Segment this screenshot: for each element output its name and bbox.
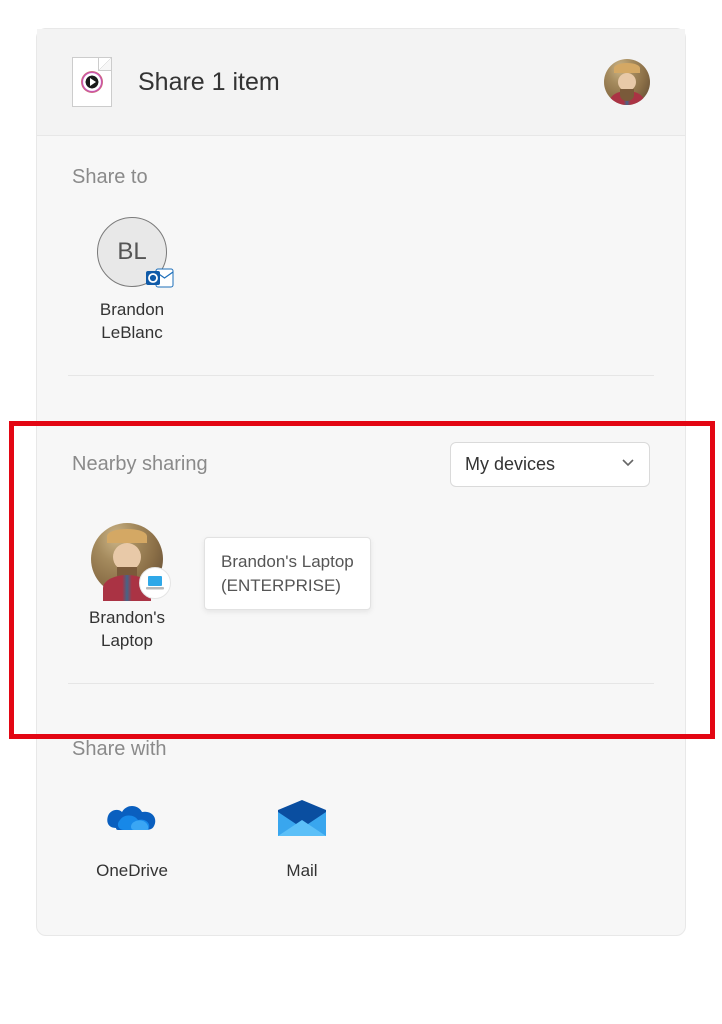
device-name-line1: Brandon's [89, 607, 165, 630]
user-avatar[interactable] [604, 59, 650, 105]
app-item-mail[interactable]: Mail [242, 791, 362, 881]
dialog-header: Share 1 item [37, 29, 685, 136]
share-to-section: Share to BL Brandon LeBlanc [37, 136, 685, 412]
contact-item[interactable]: BL Brandon LeBlanc [72, 217, 192, 345]
app-label: Mail [286, 861, 317, 881]
devices-row: Brandon's Laptop Brandon's Laptop (ENTER… [47, 523, 675, 653]
share-with-title: Share with [72, 738, 650, 761]
dialog-title: Share 1 item [138, 68, 604, 97]
dropdown-selected-label: My devices [465, 454, 555, 475]
device-name-line2: Laptop [101, 630, 153, 653]
outlook-icon [146, 266, 174, 290]
share-dialog: Share 1 item Share to BL [36, 28, 686, 936]
device-owner-avatar [91, 523, 163, 595]
contact-name-line2: LeBlanc [101, 322, 162, 345]
contact-initials: BL [117, 238, 146, 266]
share-with-section: Share with OneDrive [37, 720, 685, 935]
contact-name-line1: Brandon [100, 299, 164, 322]
section-divider [68, 683, 654, 684]
app-label: OneDrive [96, 861, 168, 881]
section-divider [68, 375, 654, 376]
laptop-icon [139, 567, 171, 599]
onedrive-icon [104, 791, 160, 847]
tooltip-line2: (ENTERPRISE) [221, 574, 354, 598]
share-to-title: Share to [72, 166, 650, 189]
contacts-row: BL Brandon LeBlanc [72, 217, 650, 345]
nearby-sharing-title: Nearby sharing [72, 453, 208, 476]
file-type-icon [72, 57, 112, 107]
contact-initials-circle: BL [97, 217, 167, 287]
app-item-onedrive[interactable]: OneDrive [72, 791, 192, 881]
chevron-down-icon [621, 455, 635, 473]
mail-icon [274, 791, 330, 847]
device-tooltip: Brandon's Laptop (ENTERPRISE) [204, 537, 371, 611]
tooltip-line1: Brandon's Laptop [221, 550, 354, 574]
nearby-scope-dropdown[interactable]: My devices [450, 442, 650, 487]
media-play-icon [81, 71, 103, 93]
nearby-sharing-section: Nearby sharing My devices [37, 412, 685, 720]
device-item[interactable]: Brandon's Laptop [72, 523, 182, 653]
apps-row: OneDrive Mail [72, 791, 650, 881]
